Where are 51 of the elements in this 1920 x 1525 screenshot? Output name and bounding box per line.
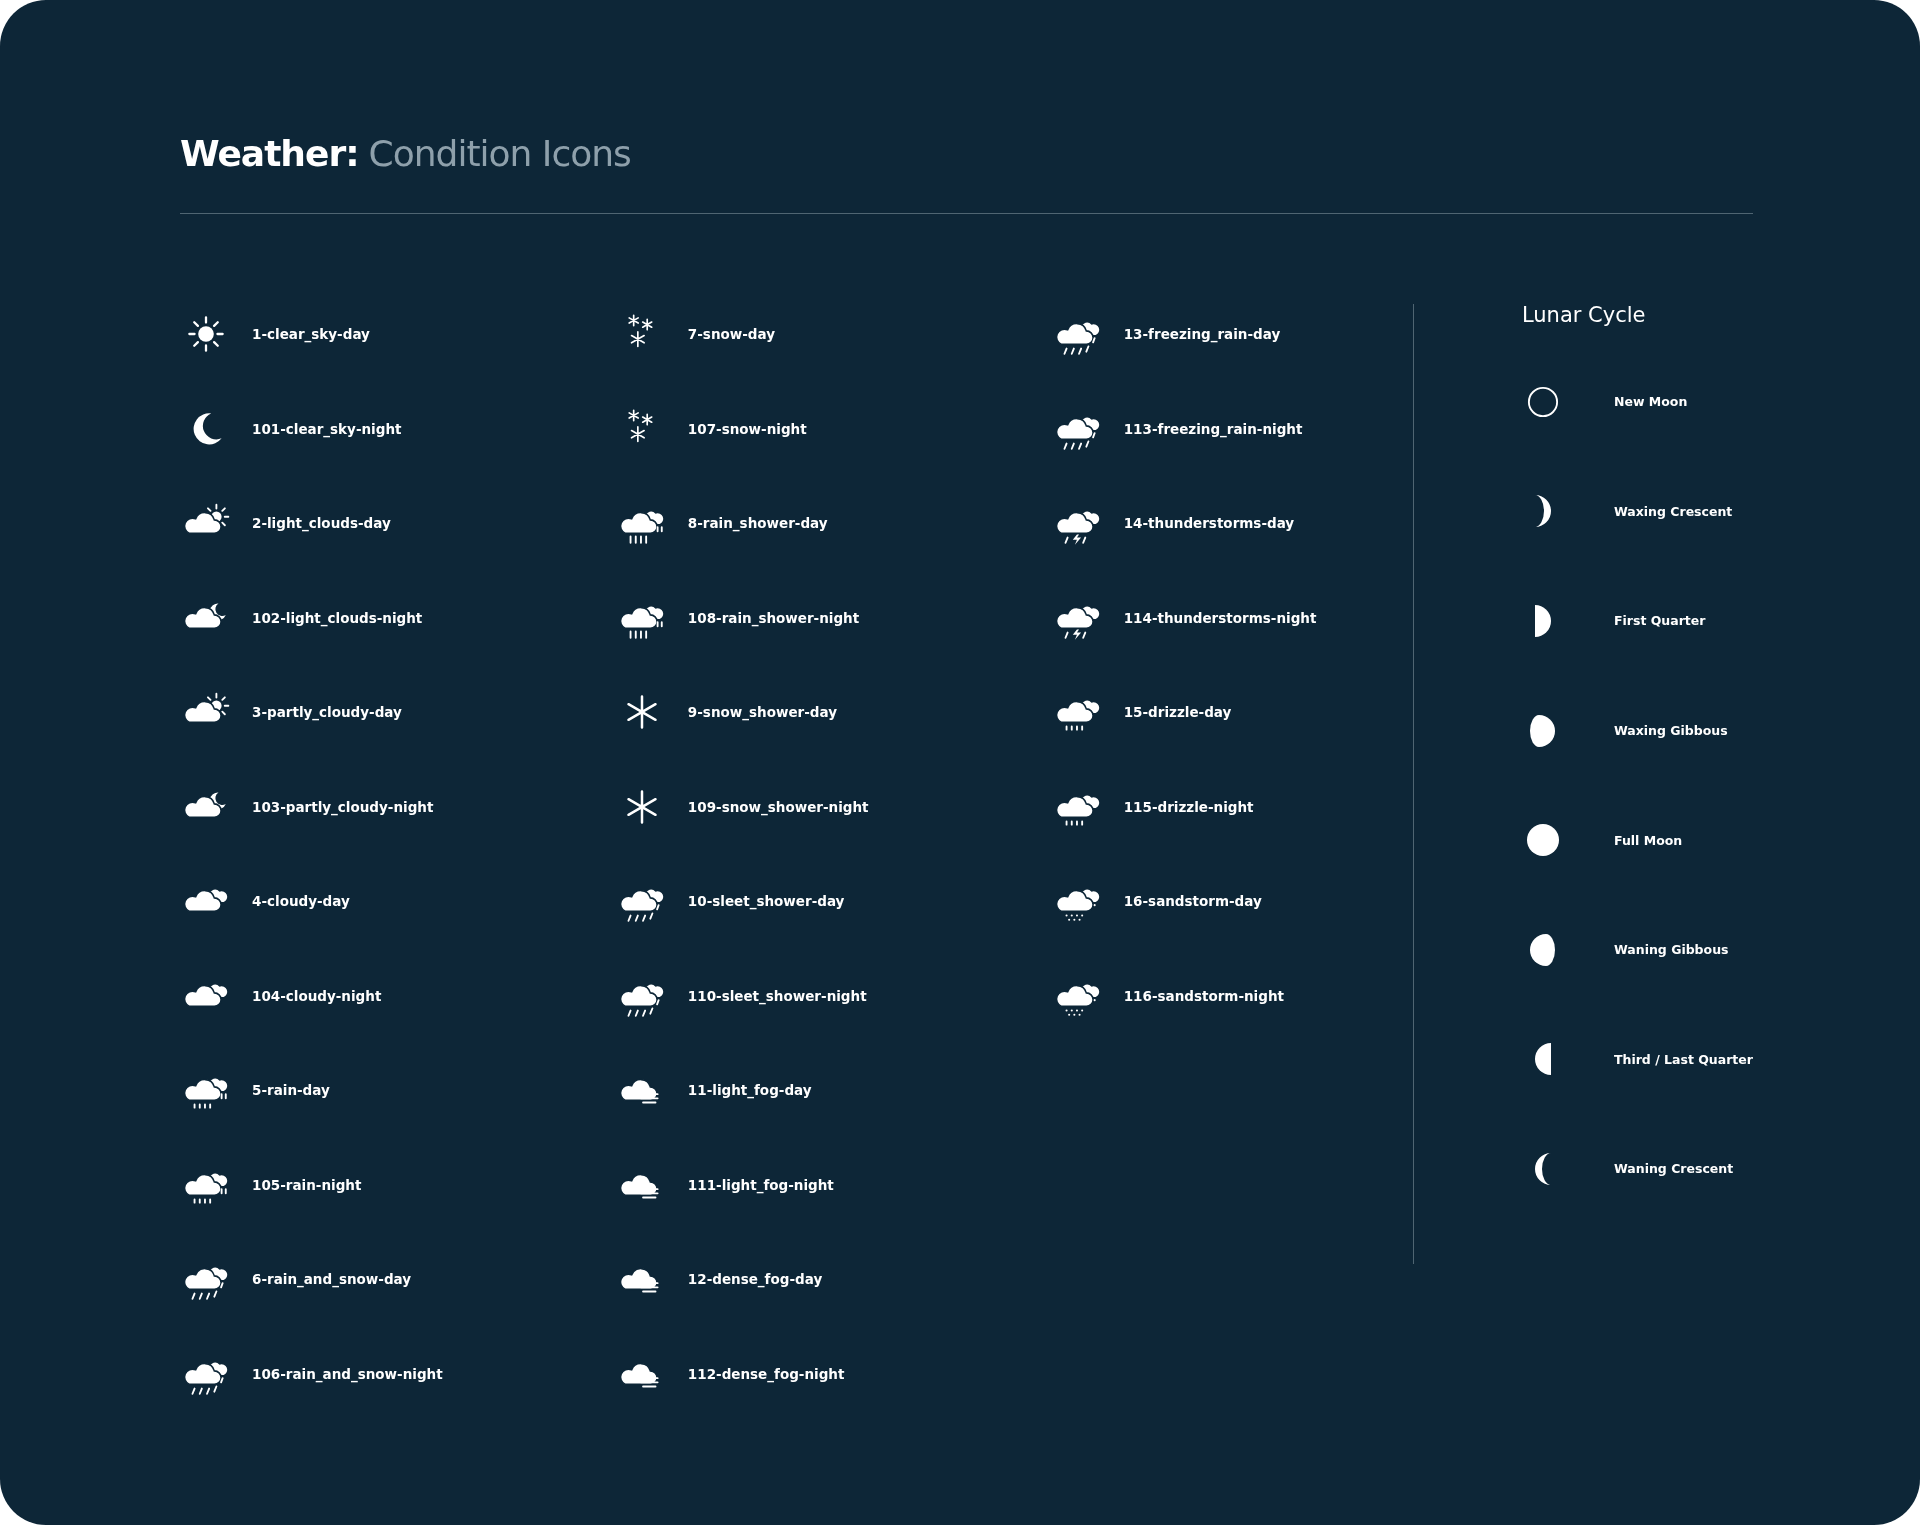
phase-label: Waxing Crescent bbox=[1613, 503, 1733, 519]
section-title: Lunar Cycle bbox=[1521, 302, 1647, 329]
icon-label: 106-rain_and_snow-night bbox=[252, 1365, 443, 1382]
phase-label: New Moon bbox=[1613, 394, 1688, 410]
icon-label: 2-light_clouds-day bbox=[252, 515, 391, 532]
icon-label: 13-freezing_rain-day bbox=[1123, 326, 1281, 343]
icon-label: 116-sandstorm-night bbox=[1123, 987, 1284, 1004]
half-moon-icon bbox=[1534, 1043, 1551, 1076]
icon-label: 102-light_clouds-night bbox=[252, 609, 423, 626]
icon-label: 14-thunderstorms-day bbox=[1123, 515, 1295, 532]
gibbous-moon-icon bbox=[1530, 714, 1556, 747]
circle-outline-icon bbox=[1525, 385, 1560, 418]
icon-label: 7-snow-day bbox=[687, 326, 775, 343]
icon-label: 11-light_fog-day bbox=[687, 1082, 812, 1099]
icon-label: 105-rain-night bbox=[252, 1176, 362, 1193]
phase-label: Waning Gibbous bbox=[1613, 942, 1729, 958]
icon-label: 12-dense_fog-day bbox=[687, 1271, 823, 1288]
icon-label: 113-freezing_rain-night bbox=[1123, 420, 1303, 437]
page-subtitle: Condition Icons bbox=[368, 132, 631, 174]
crescent-moon-icon bbox=[1534, 495, 1551, 528]
half-moon-icon bbox=[1534, 605, 1551, 637]
icon-label: 4-cloudy-day bbox=[252, 893, 350, 910]
icon-label: 109-snow_shower-night bbox=[687, 798, 869, 815]
icon-label: 108-rain_shower-night bbox=[687, 609, 860, 626]
icon-label: 103-partly_cloudy-night bbox=[252, 798, 434, 815]
icon-label: 5-rain-day bbox=[252, 1082, 330, 1099]
phase-label: Waning Crescent bbox=[1613, 1161, 1734, 1177]
page-title: Weather: bbox=[180, 132, 359, 174]
gibbous-moon-icon bbox=[1530, 933, 1556, 966]
full-moon-icon bbox=[1526, 824, 1559, 857]
icon-label: 15-drizzle-day bbox=[1123, 704, 1232, 721]
icon-label: 6-rain_and_snow-day bbox=[252, 1271, 412, 1288]
icon-label: 107-snow-night bbox=[687, 420, 807, 437]
icon-label: 16-sandstorm-day bbox=[1123, 893, 1262, 910]
phase-label: Third / Last Quarter bbox=[1613, 1051, 1753, 1067]
icon-label: 10-sleet_shower-day bbox=[687, 893, 845, 910]
icon-label: 9-snow_shower-day bbox=[687, 704, 837, 721]
icon-label: 104-cloudy-night bbox=[252, 987, 382, 1004]
crescent-moon-icon bbox=[1534, 1152, 1551, 1185]
icon-label: 110-sleet_shower-night bbox=[687, 987, 867, 1004]
icon-label: 114-thunderstorms-night bbox=[1123, 609, 1317, 626]
phase-label: Full Moon bbox=[1613, 832, 1683, 848]
icon-label: 1-clear_sky-day bbox=[252, 326, 370, 343]
phase-label: Waxing Gibbous bbox=[1613, 723, 1728, 739]
phase-label: First Quarter bbox=[1613, 613, 1706, 629]
icon-label: 3-partly_cloudy-day bbox=[252, 704, 402, 721]
icon-label: 8-rain_shower-day bbox=[687, 515, 828, 532]
icon-label: 112-dense_fog-night bbox=[687, 1365, 845, 1382]
icon-label: 115-drizzle-night bbox=[1123, 798, 1254, 815]
icon-label: 111-light_fog-night bbox=[687, 1176, 834, 1193]
icon-label: 101-clear_sky-night bbox=[252, 420, 402, 437]
